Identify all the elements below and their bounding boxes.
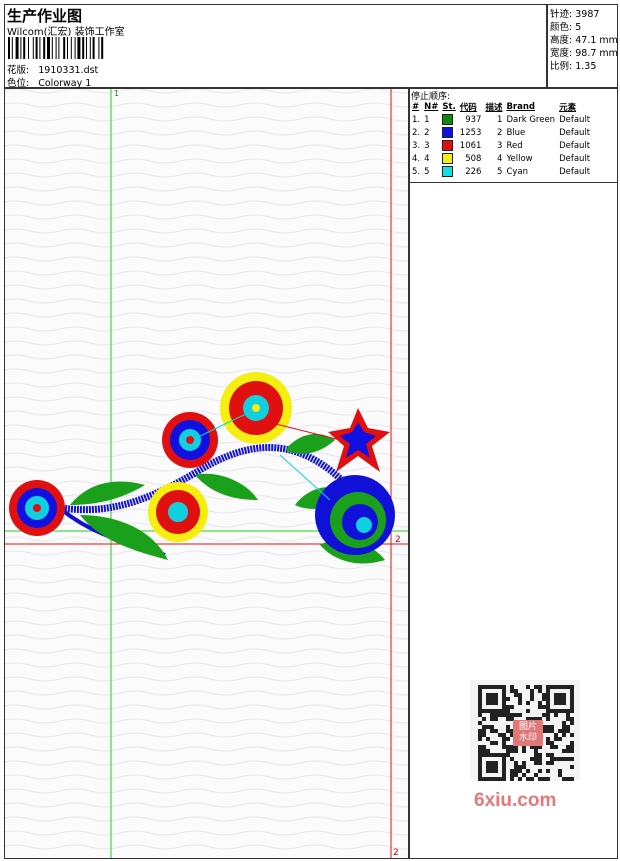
red-vertical-marker: 2 <box>393 848 399 858</box>
row-description: Dark Green <box>506 114 556 125</box>
row-brand: Default <box>559 127 591 138</box>
col-element: 元素 <box>559 103 577 113</box>
top-yellow-flower <box>220 372 292 444</box>
row-swatch <box>440 126 457 139</box>
color-swatch <box>442 114 454 125</box>
row-index: 3. <box>412 140 421 151</box>
row-code: 3 <box>497 140 503 151</box>
table-row: 3. 3 1061 3 Red Default <box>410 139 592 152</box>
row-description: Yellow <box>506 153 533 164</box>
row-description: Cyan <box>506 166 529 177</box>
row-code: 1 <box>497 114 503 125</box>
red-horizontal-marker: 2 <box>395 535 401 545</box>
col-brand: Brand <box>506 102 535 112</box>
row-stitches: 1061 <box>459 140 482 151</box>
col-needle: N# <box>424 102 439 112</box>
middle-red-flower <box>162 412 218 468</box>
col-description: 描述 <box>485 103 503 113</box>
watermark-text: 6xiu.com <box>474 790 557 811</box>
row-needle: 5 <box>424 166 430 177</box>
row-stitches: 226 <box>465 166 482 177</box>
table-row: 5. 5 226 5 Cyan Default <box>410 165 592 178</box>
row-needle: 1 <box>424 114 430 125</box>
table-header-row: # N# St. 代码 描述 Brand 元素 <box>410 101 592 113</box>
col-index: # <box>412 102 420 112</box>
table-row: 2. 2 1253 2 Blue Default <box>410 126 592 139</box>
color-swatch <box>442 127 454 138</box>
row-code: 4 <box>497 153 503 164</box>
row-stitches: 508 <box>465 153 482 164</box>
row-needle: 3 <box>424 140 430 151</box>
stop-sequence-table: # N# St. 代码 描述 Brand 元素 1. 1 937 1 Dark Gree… <box>410 101 592 178</box>
table-row: 4. 4 508 4 Yellow Default <box>410 152 592 165</box>
table-row: 1. 1 937 1 Dark Green Default <box>410 113 592 126</box>
lower-yellow-flower <box>148 482 208 542</box>
row-swatch <box>440 139 457 152</box>
row-needle: 4 <box>424 153 430 164</box>
col-code: 代码 <box>459 103 477 113</box>
color-swatch <box>442 140 454 151</box>
color-swatch <box>442 166 454 177</box>
row-index: 1. <box>412 114 421 125</box>
green-guide-marker: 1 <box>114 89 120 98</box>
row-needle: 2 <box>424 127 430 138</box>
row-index: 4. <box>412 153 421 164</box>
row-brand: Default <box>559 140 591 151</box>
row-index: 5. <box>412 166 421 177</box>
canvas-texture <box>5 89 408 858</box>
row-swatch <box>440 113 457 126</box>
row-stitches: 937 <box>465 114 482 125</box>
col-stitches: St. <box>442 102 456 112</box>
left-flower <box>9 480 65 536</box>
row-description: Blue <box>506 127 526 138</box>
row-stitches: 1253 <box>459 127 482 138</box>
big-blue-flower <box>315 475 395 555</box>
row-code: 5 <box>497 166 503 177</box>
row-description: Red <box>506 140 523 151</box>
row-code: 2 <box>497 127 503 138</box>
row-brand: Default <box>559 166 591 177</box>
row-brand: Default <box>559 114 591 125</box>
row-brand: Default <box>559 153 591 164</box>
row-swatch <box>440 152 457 165</box>
color-swatch <box>442 153 454 164</box>
watermark-stamp: 图片水印 <box>513 720 543 746</box>
row-index: 2. <box>412 127 421 138</box>
row-swatch <box>440 165 457 178</box>
